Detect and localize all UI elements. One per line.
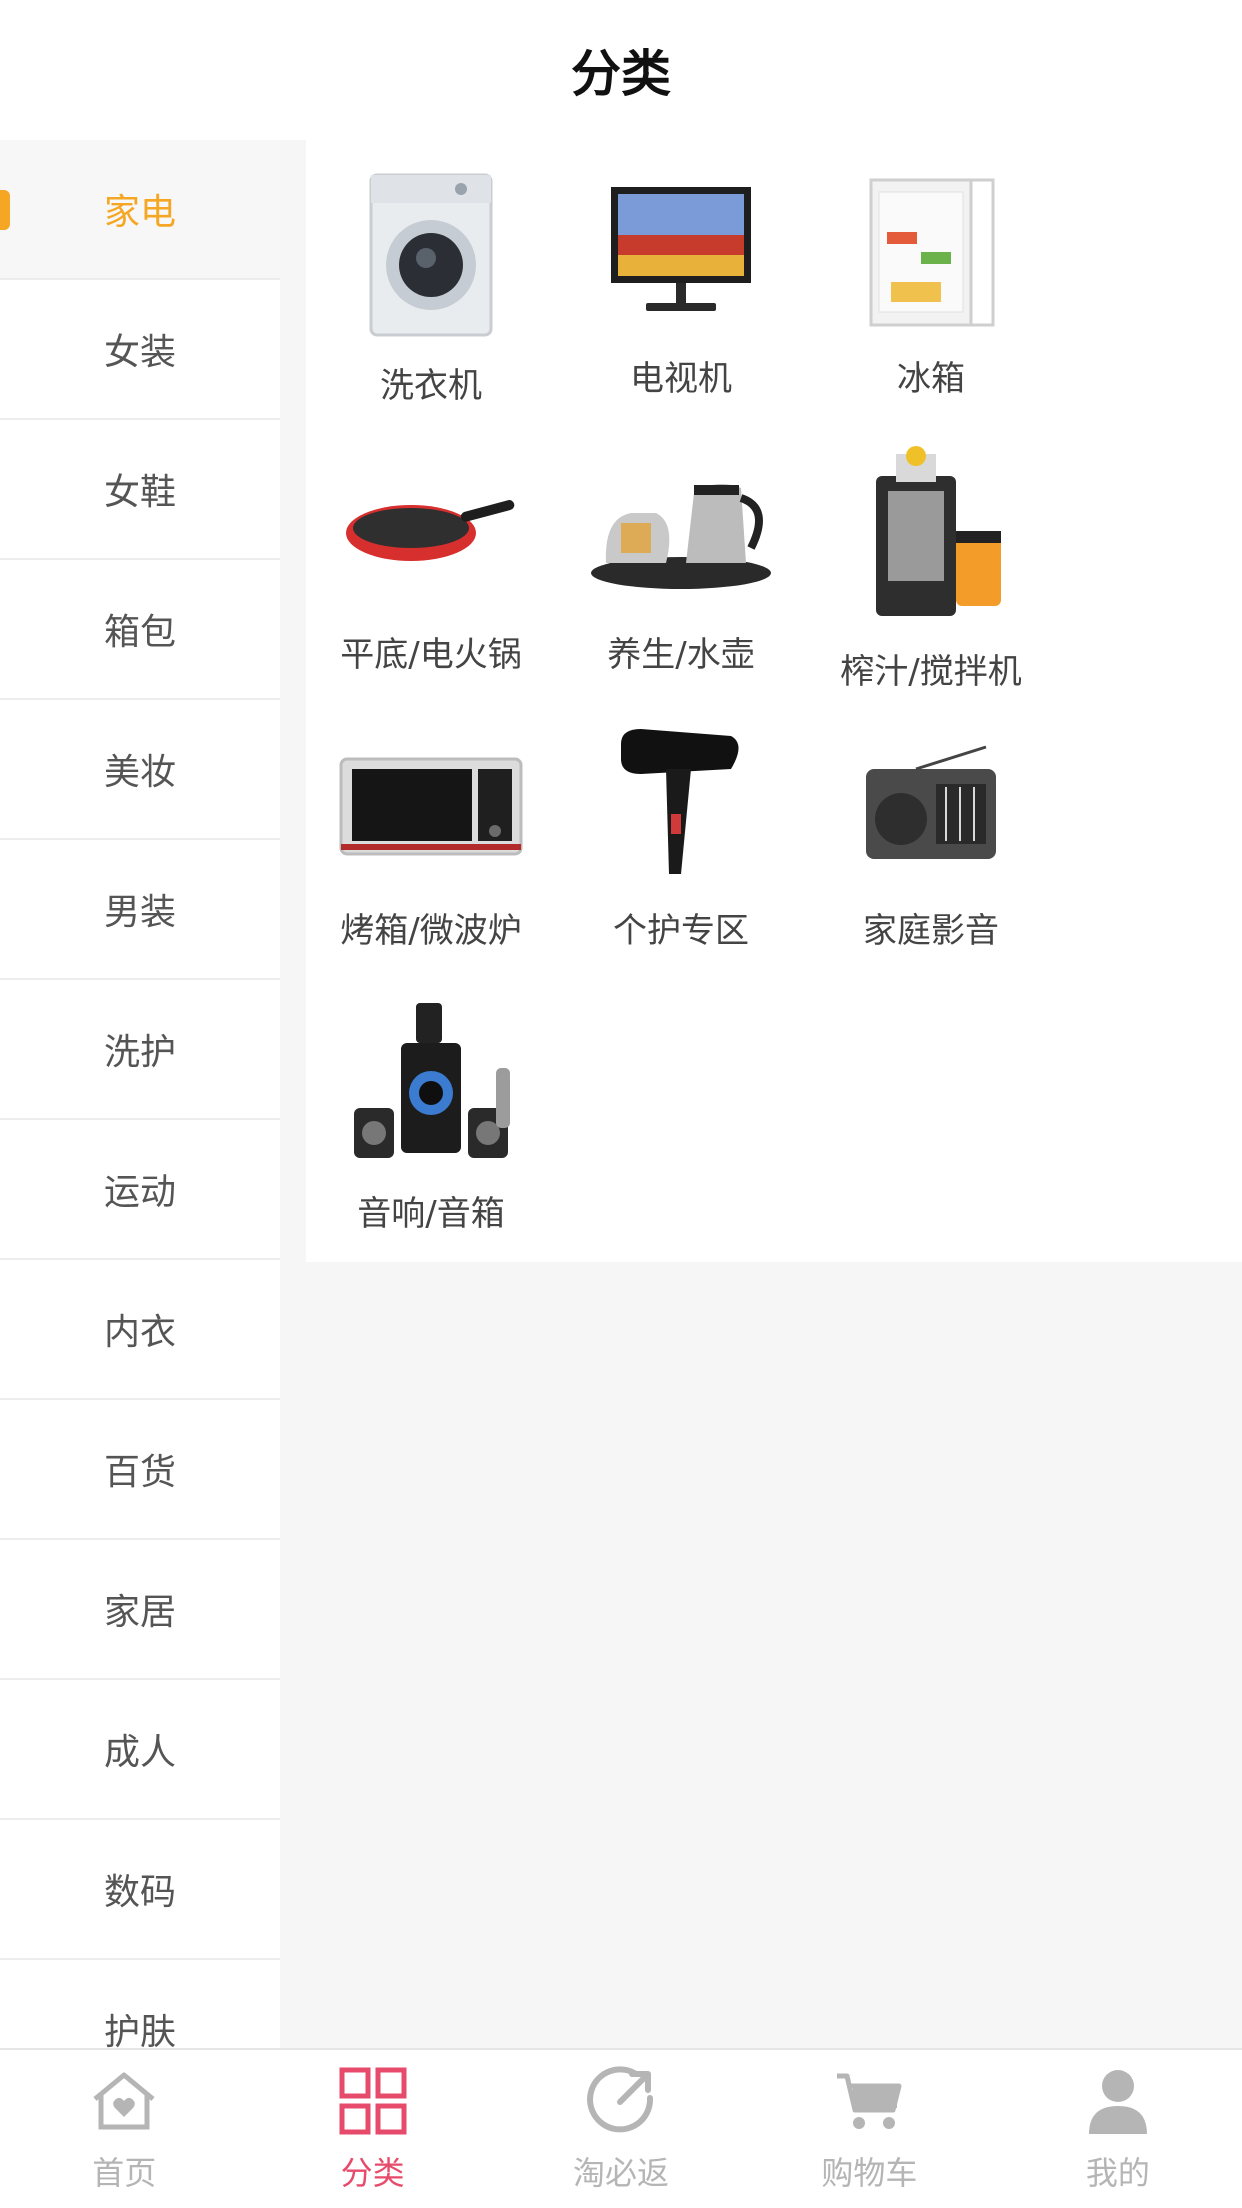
subcategory-juicer[interactable]: 榨汁/搅拌机 (806, 416, 1056, 692)
category-grid-icon (336, 2064, 410, 2138)
sidebar-item-label: 箱包 (103, 612, 176, 653)
sidebar-item-appliances[interactable]: 家电 (0, 140, 280, 280)
bottom-tab-bar: 首页 分类 淘必返 购物车 我的 (0, 2048, 1242, 2208)
sidebar-item-general-merchandise[interactable]: 百货 (0, 1400, 280, 1540)
sidebar-item-label: 家电 (103, 192, 176, 233)
subcategory-label: 冰箱 (897, 359, 965, 399)
subcategory-label: 养生/水壶 (607, 635, 755, 675)
sidebar-item-digital[interactable]: 数码 (0, 1820, 280, 1960)
sidebar-item-home[interactable]: 家居 (0, 1540, 280, 1680)
subcategory-frying-pan[interactable]: 平底/电火锅 (306, 416, 556, 676)
sidebar-item-skincare[interactable]: 护肤 (0, 1960, 280, 2048)
subcategory-tv[interactable]: 电视机 (556, 140, 806, 400)
sidebar-item-label: 女鞋 (103, 472, 176, 513)
subcategory-label: 平底/电火锅 (340, 635, 522, 675)
page-header: 分类 (0, 0, 1242, 140)
juicer-icon (836, 446, 1026, 626)
tab-category[interactable]: 分类 (248, 2050, 496, 2208)
sidebar-item-label: 洗护 (103, 1032, 176, 1073)
subcategory-fridge[interactable]: 冰箱 (806, 140, 1056, 400)
sidebar-item-label: 成人 (103, 1732, 176, 1773)
tab-label: 分类 (340, 2154, 405, 2192)
subcategory-washing-machine[interactable]: 洗衣机 (306, 140, 556, 406)
sidebar-item-bags[interactable]: 箱包 (0, 560, 280, 700)
user-icon (1081, 2064, 1155, 2138)
tab-label: 我的 (1085, 2154, 1150, 2192)
sidebar-item-mens-clothing[interactable]: 男装 (0, 840, 280, 980)
fridge-icon (836, 170, 1026, 333)
sidebar-item-label: 家居 (103, 1592, 176, 1633)
tv-icon (586, 170, 776, 333)
tab-label: 购物车 (821, 2154, 918, 2192)
sidebar-item-makeup[interactable]: 美妆 (0, 700, 280, 840)
tab-home[interactable]: 首页 (0, 2050, 248, 2208)
frying-pan-icon (336, 446, 526, 609)
hair-dryer-icon (586, 722, 776, 885)
active-indicator (0, 190, 10, 230)
sidebar-item-underwear[interactable]: 内衣 (0, 1260, 280, 1400)
subcategory-grid: 洗衣机 电视机 冰箱 平底/电火锅 养生/水壶 榨汁/搅拌机 烤箱/微波炉 个护… (306, 140, 1242, 1262)
microwave-icon (336, 722, 526, 885)
subcategory-panel: 洗衣机 电视机 冰箱 平底/电火锅 养生/水壶 榨汁/搅拌机 烤箱/微波炉 个护… (306, 140, 1242, 1262)
subcategory-microwave[interactable]: 烤箱/微波炉 (306, 692, 556, 952)
sidebar-item-label: 美妆 (103, 752, 176, 793)
subcategory-label: 烤箱/微波炉 (340, 911, 522, 951)
home-icon (87, 2064, 161, 2138)
sidebar-item-label: 运动 (103, 1172, 176, 1213)
subcategory-speakers[interactable]: 音响/音箱 (306, 968, 556, 1234)
sidebar-item-adult[interactable]: 成人 (0, 1680, 280, 1820)
sidebar-item-label: 百货 (103, 1452, 176, 1493)
subcategory-label: 个护专区 (613, 911, 749, 951)
page-title: 分类 (571, 45, 671, 103)
tab-cashback[interactable]: 淘必返 (497, 2050, 745, 2208)
sidebar-item-womens-shoes[interactable]: 女鞋 (0, 420, 280, 560)
tab-label: 淘必返 (573, 2154, 670, 2192)
sidebar-item-label: 数码 (103, 1872, 176, 1913)
speaker-icon (336, 998, 526, 1168)
tab-label: 首页 (92, 2154, 157, 2192)
tab-cart[interactable]: 购物车 (745, 2050, 993, 2208)
subcategory-label: 电视机 (630, 359, 732, 399)
category-sidebar: 家电 女装 女鞋 箱包 美妆 男装 洗护 运动 内衣 百货 家居 成人 数码 护… (0, 140, 280, 2048)
sidebar-item-sports[interactable]: 运动 (0, 1120, 280, 1260)
subcategory-label: 音响/音箱 (357, 1194, 505, 1234)
subcategory-hair-dryer[interactable]: 个护专区 (556, 692, 806, 952)
sidebar-item-label: 内衣 (103, 1312, 176, 1353)
sidebar-item-label: 女装 (103, 332, 176, 373)
subcategory-home-audio[interactable]: 家庭影音 (806, 692, 1056, 952)
sidebar-item-label: 护肤 (103, 2012, 176, 2048)
subcategory-label: 榨汁/搅拌机 (840, 652, 1022, 692)
subcategory-kettle[interactable]: 养生/水壶 (556, 416, 806, 676)
radio-icon (836, 722, 1026, 885)
tab-profile[interactable]: 我的 (994, 2050, 1242, 2208)
subcategory-label: 洗衣机 (380, 366, 482, 406)
washing-machine-icon (336, 170, 526, 340)
cart-icon (832, 2064, 906, 2138)
sidebar-item-washing-care[interactable]: 洗护 (0, 980, 280, 1120)
sidebar-item-womens-clothing[interactable]: 女装 (0, 280, 280, 420)
sidebar-item-label: 男装 (103, 892, 176, 933)
subcategory-label: 家庭影音 (863, 911, 999, 951)
cashback-icon (584, 2064, 658, 2138)
kettle-icon (586, 446, 776, 609)
